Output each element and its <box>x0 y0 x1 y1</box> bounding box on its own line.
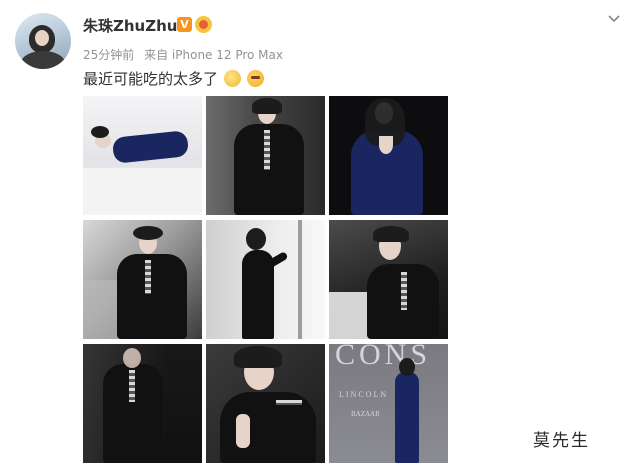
figure-hair <box>91 126 109 138</box>
photo-4[interactable] <box>83 220 202 339</box>
watermark: 莫先生 <box>533 431 590 451</box>
photo-8[interactable] <box>206 344 325 463</box>
dress-embellishment <box>145 260 151 294</box>
figure-neckline <box>379 136 393 154</box>
chevron-down-icon[interactable] <box>607 12 621 26</box>
figure-dress <box>117 254 187 339</box>
sunglasses-emoji-icon <box>246 70 264 87</box>
backdrop-text-large: CONS <box>335 344 432 371</box>
photo-9[interactable]: CONS LINCOLN BAZAAR <box>329 344 448 463</box>
dress-embellishment <box>129 370 135 402</box>
photo-7[interactable] <box>83 344 202 463</box>
avatar[interactable] <box>15 13 71 69</box>
post-meta: 25分钟前 来自 iPhone 12 Pro Max <box>83 46 289 63</box>
figure-hair <box>234 346 282 368</box>
backdrop-text-bazaar: BAZAAR <box>351 410 380 418</box>
photo-5[interactable] <box>206 220 325 339</box>
photo-2[interactable] <box>206 96 325 215</box>
avatar-shoulders <box>21 51 65 69</box>
photo-3[interactable] <box>329 96 448 215</box>
photo-1[interactable] <box>83 96 202 215</box>
figure-dress <box>111 130 190 164</box>
figure-face <box>123 348 141 368</box>
figure-hand <box>236 414 250 448</box>
post-source[interactable]: 来自 iPhone 12 Pro Max <box>144 48 283 62</box>
author-name[interactable]: 朱珠ZhuZhu <box>83 15 177 36</box>
bed-sheet <box>83 168 202 215</box>
figure-dress <box>395 372 419 463</box>
backdrop-text-lincoln: LINCOLN <box>339 390 389 399</box>
doge-laugh-emoji-icon <box>223 70 241 87</box>
figure-hair <box>252 98 282 114</box>
post-time[interactable]: 25分钟前 <box>83 48 134 62</box>
photo-6[interactable] <box>329 220 448 339</box>
window-frame <box>298 220 302 339</box>
avatar-face <box>35 30 49 46</box>
dress-embellishment <box>264 130 270 170</box>
post-text-content: 最近可能吃的太多了 <box>83 70 219 88</box>
figure-hair <box>373 226 409 242</box>
figure-hair <box>399 358 415 376</box>
figure-hair <box>133 226 163 240</box>
member-badge-icon[interactable] <box>195 16 212 33</box>
dress-embellishment <box>401 272 407 310</box>
post-text: 最近可能吃的太多了 <box>83 68 264 89</box>
verified-badge-icon[interactable]: V <box>177 17 192 32</box>
figure-hair <box>246 228 266 250</box>
dress-embellishment <box>276 400 302 405</box>
